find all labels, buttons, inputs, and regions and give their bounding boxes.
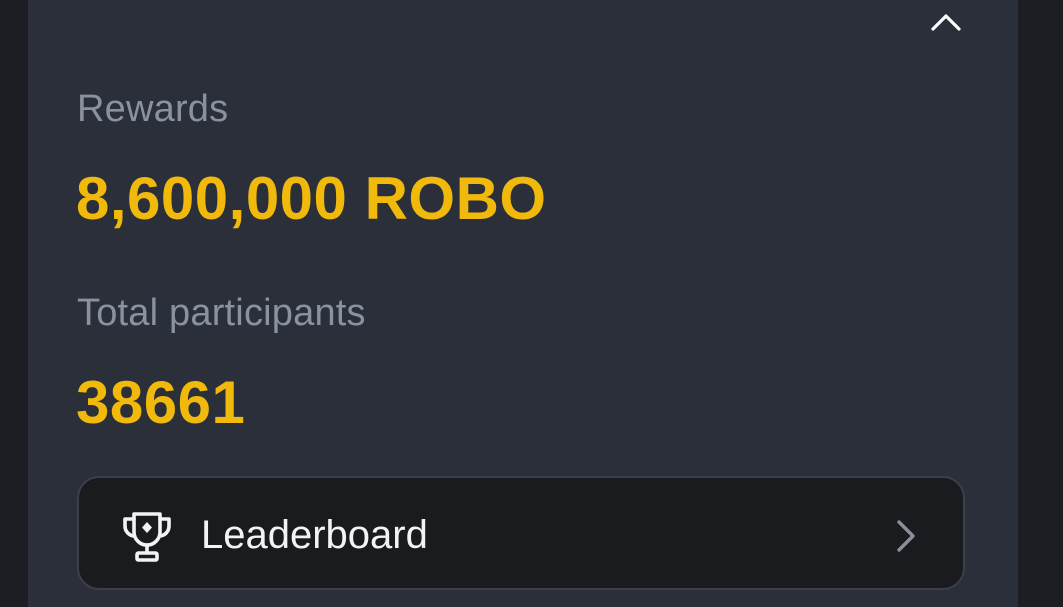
rewards-value: 8,600,000 ROBO (76, 165, 547, 232)
trophy-icon (123, 512, 171, 562)
leaderboard-button[interactable]: Leaderboard (77, 476, 965, 590)
rewards-label: Rewards (77, 88, 229, 130)
total-participants-label: Total participants (77, 292, 366, 334)
total-participants-value: 38661 (76, 369, 246, 436)
collapse-button[interactable] (928, 0, 964, 44)
chevron-right-icon (897, 520, 915, 552)
leaderboard-label: Leaderboard (201, 513, 428, 557)
rewards-panel: Rewards 8,600,000 ROBO Total participant… (28, 0, 1018, 607)
chevron-up-icon (931, 14, 961, 31)
